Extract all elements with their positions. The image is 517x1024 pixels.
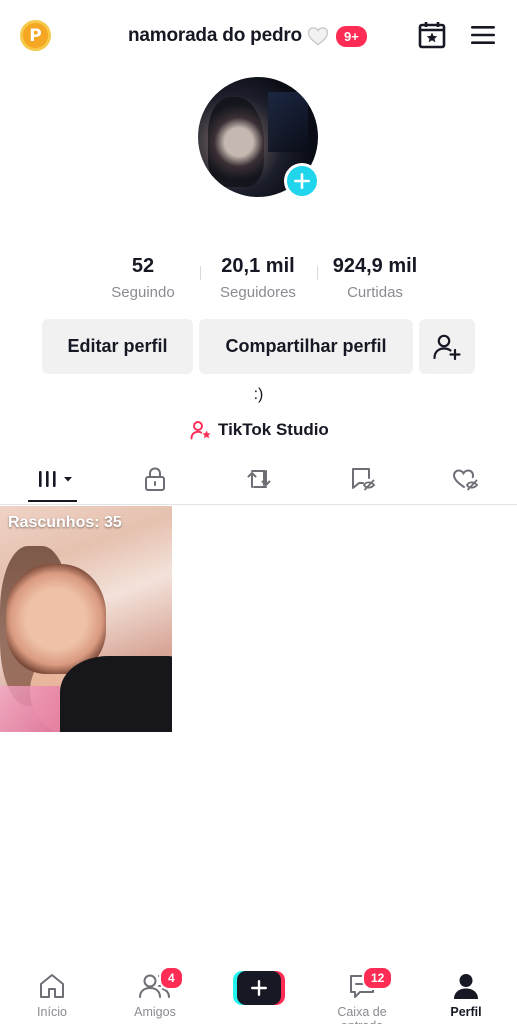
- stat-following[interactable]: 52 Seguindo: [83, 254, 203, 304]
- top-bar: P namorada do pedro 9+: [0, 0, 517, 72]
- plus-icon: [251, 980, 267, 996]
- lock-icon: [145, 467, 165, 491]
- stat-value: 20,1 mil: [221, 255, 295, 277]
- tab-videos[interactable]: [33, 465, 79, 493]
- plus-icon: [294, 173, 310, 189]
- add-friend-button[interactable]: [419, 319, 475, 374]
- stat-value: 924,9 mil: [332, 255, 418, 277]
- tab-private[interactable]: [135, 465, 175, 493]
- tab-saved[interactable]: [343, 465, 383, 493]
- coin-icon[interactable]: P: [20, 20, 51, 51]
- menu-icon[interactable]: [470, 23, 496, 47]
- profile-stats: 52 Seguindo 20,1 mil Seguidores 924,9 mi…: [0, 254, 517, 306]
- stat-label: Seguindo: [111, 284, 175, 301]
- studio-label: TikTok Studio: [218, 420, 329, 439]
- home-icon: [40, 974, 64, 998]
- nav-inbox[interactable]: 12 Caixa de entrada: [317, 966, 407, 1024]
- saved-icon: [352, 468, 376, 491]
- drafts-thumbnail[interactable]: Rascunhos: 35: [0, 506, 172, 732]
- nav-friends-label: Amigos: [134, 1005, 176, 1019]
- drafts-label: Rascunhos: 35: [8, 514, 122, 531]
- edit-profile-button[interactable]: Editar perfil: [42, 319, 193, 374]
- nav-inbox-label: Caixa de entrada: [337, 1005, 387, 1024]
- stat-followers[interactable]: 20,1 mil Seguidores: [198, 254, 318, 304]
- repost-icon: [247, 470, 271, 488]
- stat-label: Curtidas: [347, 284, 403, 301]
- profile-icon: [454, 974, 478, 999]
- content-tabs: [0, 455, 517, 505]
- tiktok-studio-link[interactable]: TikTok Studio: [190, 418, 329, 442]
- friends-badge: 4: [159, 966, 184, 990]
- coin-letter: P: [29, 25, 42, 46]
- nav-profile-label: Perfil: [450, 1005, 482, 1019]
- share-profile-button[interactable]: Compartilhar perfil: [199, 319, 413, 374]
- tab-liked[interactable]: [446, 465, 486, 493]
- account-switcher[interactable]: namorada do pedro 9+: [128, 22, 367, 50]
- nav-home[interactable]: Início: [7, 970, 97, 1019]
- stat-value: 52: [131, 255, 155, 277]
- inbox-badge: 12: [362, 966, 394, 990]
- stat-label: Seguidores: [220, 284, 296, 301]
- studio-icon: [190, 421, 211, 440]
- add-user-icon: [433, 334, 461, 360]
- nav-profile[interactable]: Perfil: [421, 970, 511, 1019]
- add-story-button[interactable]: [284, 163, 320, 199]
- liked-icon: [452, 469, 479, 491]
- tab-reposts[interactable]: [239, 465, 279, 493]
- notification-badge: 9+: [335, 25, 367, 47]
- username: namorada do pedro: [128, 25, 302, 46]
- stat-likes[interactable]: 924,9 mil Curtidas: [315, 254, 435, 304]
- calendar-star-icon[interactable]: [417, 20, 447, 50]
- active-tab-indicator: [28, 500, 77, 502]
- nav-friends[interactable]: 4 Amigos: [110, 966, 200, 1019]
- create-button[interactable]: [233, 971, 285, 1005]
- bio-text: :): [253, 386, 264, 403]
- nav-home-label: Início: [37, 1005, 67, 1019]
- heart-icon: [307, 27, 329, 46]
- videos-grid-icon: [39, 471, 72, 487]
